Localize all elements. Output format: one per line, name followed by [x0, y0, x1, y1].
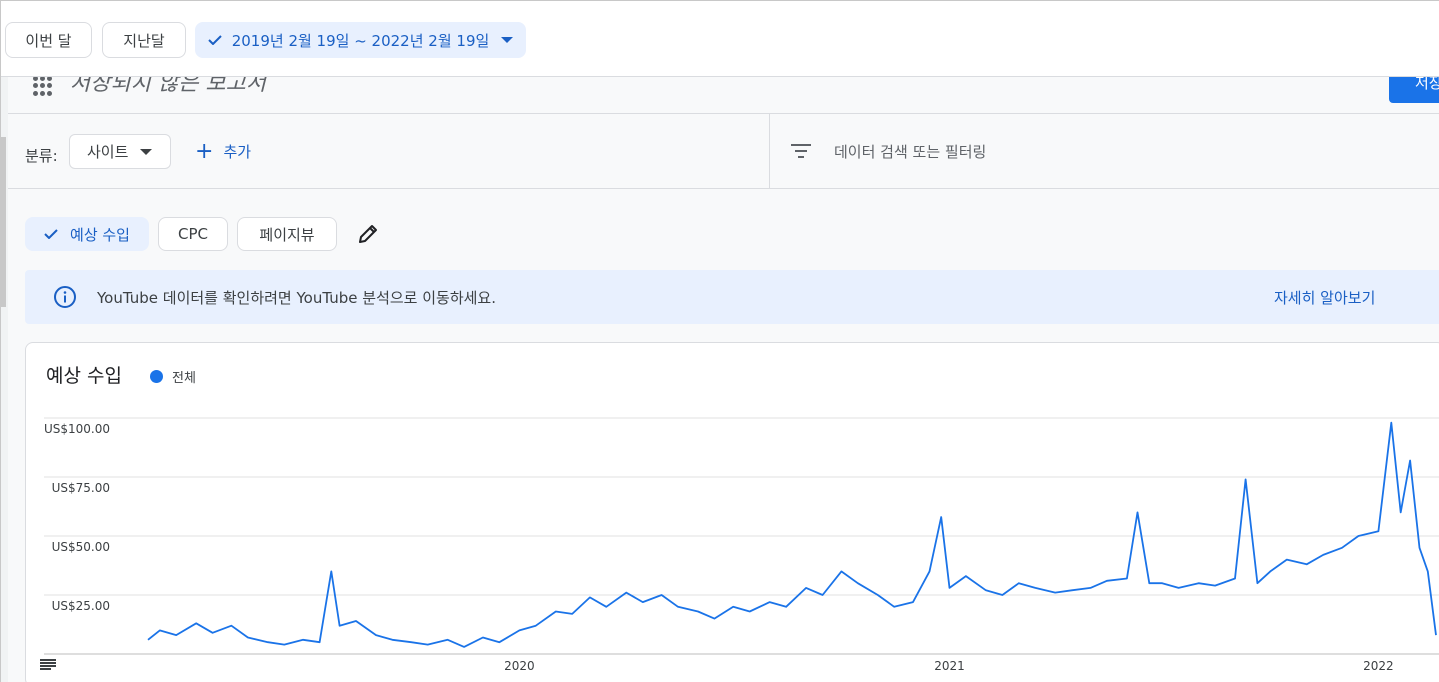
table-icon[interactable] — [40, 659, 56, 671]
earnings-line-chart: US$25.00 US$50.00 US$75.00 US$100.00 2020 202… — [44, 417, 1439, 673]
plus-icon: + — [195, 138, 214, 164]
report-main: 저장되지 않은 보고서 저장 분류: 사이트 + 추가 예상 수입 CPC 페이… — [8, 77, 1439, 682]
y-tick-label: US$100.00 — [44, 422, 110, 436]
report-title[interactable]: 저장되지 않은 보고서 — [70, 77, 266, 97]
caret-down-icon — [140, 148, 153, 155]
y-tick-label: US$75.00 — [52, 481, 110, 495]
metric-label: 페이지뷰 — [259, 225, 315, 244]
breakdown-label: 분류: — [25, 147, 58, 165]
last-month-label: 지난달 — [123, 31, 165, 50]
info-icon — [54, 286, 76, 308]
metric-label: CPC — [178, 225, 208, 243]
youtube-info-banner: YouTube 데이터를 확인하려면 YouTube 분석으로 이동하세요. 자… — [25, 270, 1439, 324]
date-range-bar: 이번 달 지난달 2019년 2월 19일 ~ 2022년 2월 19일 — [1, 1, 1439, 77]
report-title-bar: 저장되지 않은 보고서 저장 — [8, 77, 1439, 114]
apps-grid-icon[interactable] — [33, 77, 53, 96]
filter-divider — [769, 114, 770, 188]
save-report-button[interactable]: 저장 — [1389, 77, 1439, 103]
metric-chip-cpc[interactable]: CPC — [158, 217, 228, 251]
add-label: 추가 — [223, 143, 252, 161]
scrollbar[interactable] — [1, 77, 8, 682]
date-range-chip[interactable]: 2019년 2월 19일 ~ 2022년 2월 19일 — [195, 22, 526, 58]
date-range-label: 2019년 2월 19일 ~ 2022년 2월 19일 — [231, 31, 490, 50]
filter-icon[interactable] — [791, 144, 811, 160]
breakdown-value: 사이트 — [87, 143, 129, 161]
filter-bar: 분류: 사이트 + 추가 — [8, 114, 1439, 189]
check-icon — [44, 229, 58, 239]
pencil-icon[interactable] — [356, 222, 380, 246]
metric-label: 예상 수입 — [70, 225, 130, 244]
x-tick-label: 2021 — [934, 659, 965, 673]
this-month-label: 이번 달 — [25, 31, 72, 50]
banner-message: YouTube 데이터를 확인하려면 YouTube 분석으로 이동하세요. — [97, 289, 497, 307]
scrollbar-thumb[interactable] — [1, 137, 6, 307]
learn-more-link[interactable]: 자세히 알아보기 — [1274, 287, 1375, 308]
series-line — [147, 421, 1437, 648]
metric-chip-estimated-earnings[interactable]: 예상 수입 — [25, 217, 149, 251]
search-input[interactable] — [834, 139, 1234, 165]
this-month-chip[interactable]: 이번 달 — [5, 22, 92, 58]
y-tick-label: US$25.00 — [52, 599, 110, 613]
metric-chip-pageviews[interactable]: 페이지뷰 — [237, 217, 337, 251]
x-tick-label: 2022 — [1363, 659, 1394, 673]
check-icon — [207, 35, 222, 45]
breakdown-dropdown[interactable]: 사이트 — [69, 134, 171, 169]
last-month-chip[interactable]: 지난달 — [102, 22, 186, 58]
earnings-chart-card: 예상 수입 전체 US$25.00 US$50.00 US$75.00 US$100.… — [25, 342, 1439, 682]
x-tick-label: 2020 — [504, 659, 535, 673]
caret-down-icon — [501, 37, 514, 43]
y-tick-label: US$50.00 — [52, 540, 110, 554]
add-breakdown-button[interactable]: + 추가 — [195, 138, 252, 164]
